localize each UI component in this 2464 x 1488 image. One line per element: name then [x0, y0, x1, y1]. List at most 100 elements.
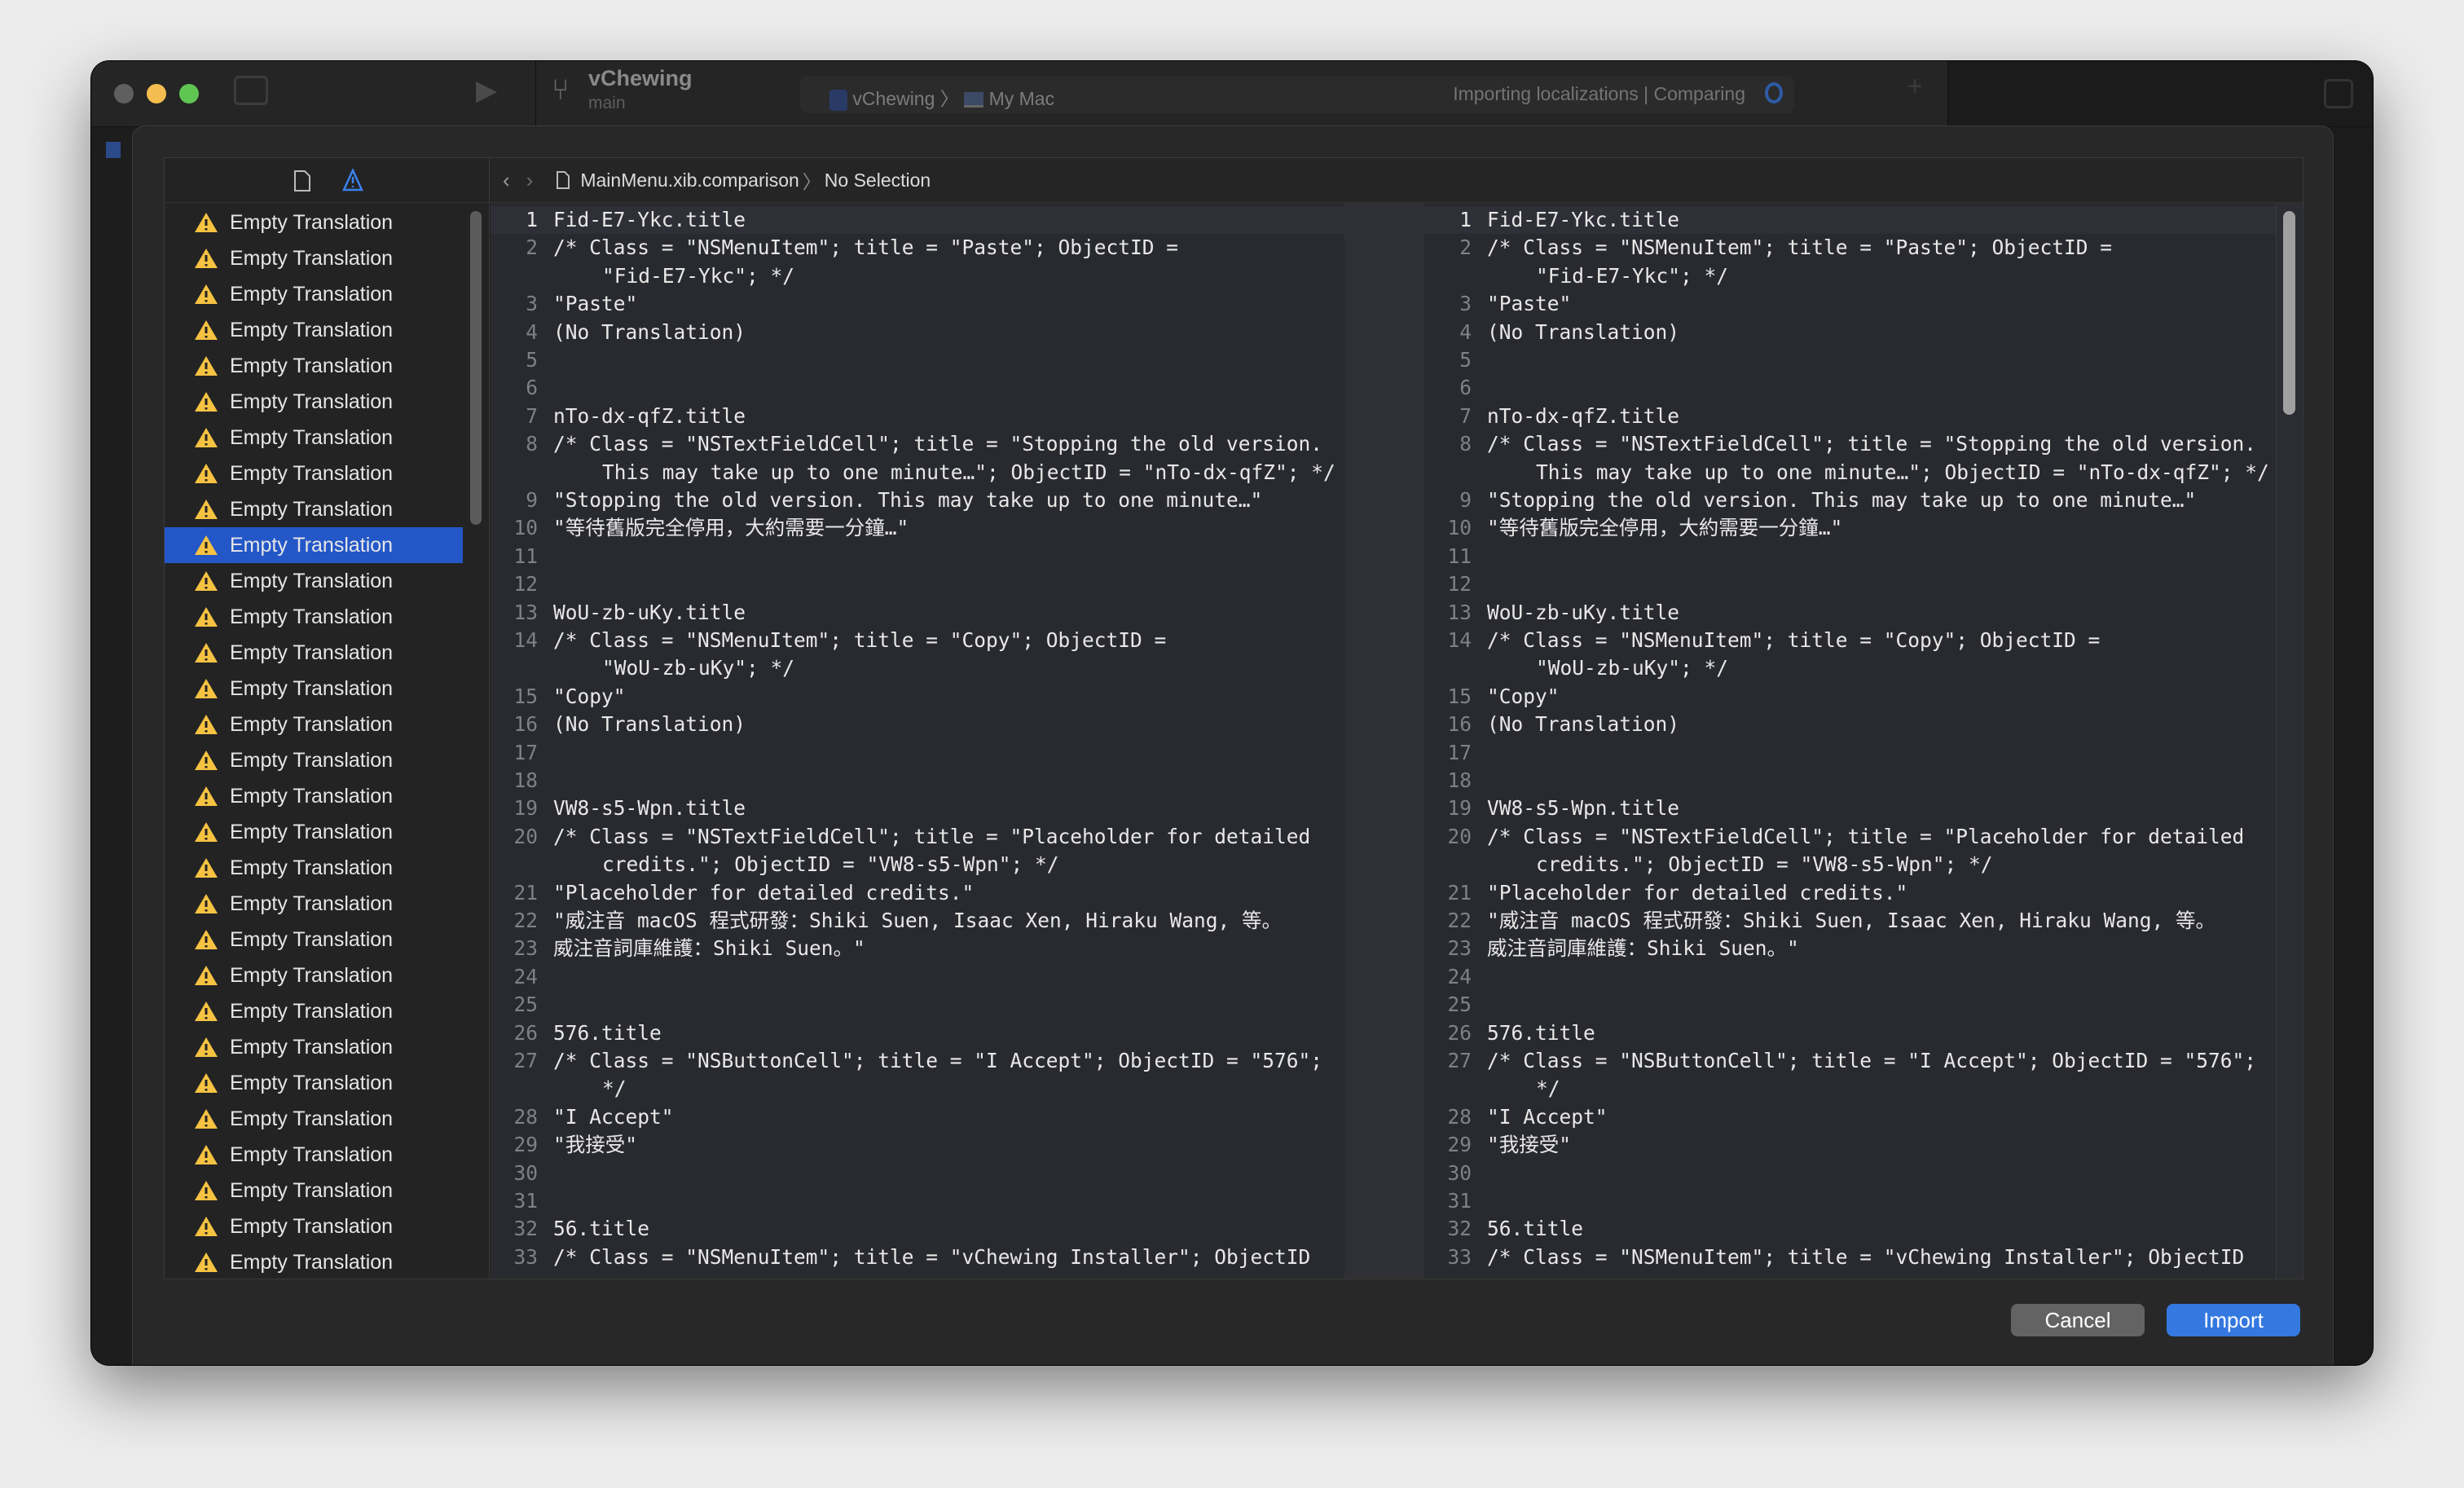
- issue-row[interactable]: Empty Translation: [165, 1244, 463, 1279]
- issue-row[interactable]: Empty Translation: [165, 491, 463, 527]
- code-line: This may take up to one minute…"; Object…: [1424, 459, 2277, 486]
- issue-row[interactable]: Empty Translation: [165, 886, 463, 922]
- breadcrumb-file[interactable]: MainMenu.xib.comparison: [580, 169, 799, 192]
- issue-row[interactable]: Empty Translation: [165, 1065, 463, 1101]
- minimize-window-button[interactable]: [147, 84, 166, 103]
- line-number: 28: [1447, 1104, 1472, 1129]
- code-line: 3 "Paste": [491, 290, 1344, 318]
- zoom-window-button[interactable]: [179, 84, 199, 103]
- warning-icon: [194, 319, 218, 341]
- issue-row[interactable]: Empty Translation: [165, 778, 463, 814]
- code-line: 24: [491, 963, 1344, 991]
- toolbar-right-area: [1947, 61, 2373, 126]
- breadcrumb-selection[interactable]: No Selection: [825, 169, 931, 192]
- line-number: 25: [1447, 993, 1472, 1017]
- warning-icon: [194, 892, 218, 915]
- issue-row[interactable]: Empty Translation: [165, 922, 463, 958]
- navigator-strip: [91, 127, 132, 1365]
- file-filter-icon[interactable]: [293, 169, 311, 192]
- warning-filter-icon[interactable]: [342, 169, 363, 192]
- code-line: 23 威注音詞庫維護：Shiki Suen。": [1424, 935, 2277, 962]
- code-line: 4 (No Translation): [491, 319, 1344, 346]
- issue-row[interactable]: Empty Translation: [165, 1029, 463, 1065]
- sidebar-toggle-icon[interactable]: [234, 76, 268, 105]
- issue-row[interactable]: Empty Translation: [165, 993, 463, 1029]
- issue-row[interactable]: Empty Translation: [165, 384, 463, 420]
- add-icon[interactable]: +: [1907, 71, 1923, 103]
- issue-label: Empty Translation: [230, 1214, 394, 1238]
- issue-row[interactable]: Empty Translation: [165, 348, 463, 384]
- import-button[interactable]: Import: [2167, 1304, 2300, 1336]
- issue-row[interactable]: Empty Translation: [165, 527, 463, 563]
- editor-scrollbar[interactable]: [2276, 203, 2303, 1279]
- issue-label: Empty Translation: [230, 1178, 394, 1202]
- line-number: 10: [1447, 516, 1472, 540]
- translated-pane[interactable]: 1 Fid-E7-Ykc.title 2 /* Class = "NSMenuItem…: [1424, 203, 2277, 1279]
- issue-row[interactable]: Empty Translation: [165, 814, 463, 850]
- issue-row[interactable]: Empty Translation: [165, 958, 463, 993]
- issue-row[interactable]: Empty Translation: [165, 276, 463, 312]
- issue-row[interactable]: Empty Translation: [165, 1173, 463, 1208]
- issue-label: Empty Translation: [230, 820, 394, 843]
- code-line: 8 /* Class = "NSTextFieldCell"; title = "…: [491, 430, 1344, 458]
- line-number: 31: [1447, 1189, 1472, 1213]
- code-line: 28 "I Accept": [491, 1103, 1344, 1131]
- line-text: "Paste": [1487, 292, 1572, 316]
- line-number: 24: [1447, 964, 1472, 988]
- issue-row[interactable]: Empty Translation: [165, 312, 463, 348]
- issue-row[interactable]: Empty Translation: [165, 1208, 463, 1244]
- line-number: 8: [526, 432, 538, 456]
- issue-list[interactable]: Empty Translation Empty Translation Empty …: [165, 203, 490, 1279]
- issue-row[interactable]: Empty Translation: [165, 850, 463, 886]
- line-text: /* Class = "NSTextFieldCell"; title = "S…: [553, 432, 1323, 456]
- issue-row[interactable]: Empty Translation: [165, 563, 463, 599]
- code-line: 12: [1424, 570, 2277, 598]
- issue-row[interactable]: Empty Translation: [165, 456, 463, 491]
- line-number: 7: [1459, 403, 1472, 428]
- folder-icon[interactable]: [106, 142, 121, 158]
- scheme-selector[interactable]: vChewing 〉 My Mac: [829, 83, 1054, 111]
- line-text: /* Class = "NSButtonCell"; title = "I Ac…: [1487, 1049, 2257, 1072]
- issue-row[interactable]: Empty Translation: [165, 240, 463, 276]
- line-number: 22: [1447, 909, 1472, 932]
- line-text: "Copy": [553, 684, 626, 708]
- sidebar-scrollbar[interactable]: [470, 211, 482, 525]
- issue-row[interactable]: Empty Translation: [165, 599, 463, 635]
- issue-row[interactable]: Empty Translation: [165, 1137, 463, 1173]
- original-pane[interactable]: 1 Fid-E7-Ykc.title 2 /* Class = "NSMenuItem…: [491, 203, 1344, 1279]
- code-line: 22 "威注音 macOS 程式研發：Shiki Suen, Isaac Xen,…: [1424, 907, 2277, 935]
- warning-icon: [194, 390, 218, 413]
- code-line: 11: [491, 543, 1344, 570]
- code-line: 4 (No Translation): [1424, 319, 2277, 346]
- issue-label: Empty Translation: [230, 390, 394, 413]
- inspector-toggle-icon[interactable]: [2324, 79, 2353, 108]
- issue-row[interactable]: Empty Translation: [165, 707, 463, 742]
- code-line: 9 "Stopping the old version. This may tak…: [1424, 486, 2277, 514]
- cancel-button[interactable]: Cancel: [2011, 1304, 2145, 1336]
- line-text: "等待舊版完全停用，大約需要一分鐘…": [553, 516, 909, 540]
- issue-row[interactable]: Empty Translation: [165, 742, 463, 778]
- code-line: "Fid-E7-Ykc"; */: [491, 262, 1344, 290]
- close-window-button[interactable]: [114, 84, 134, 103]
- code-line: 24: [1424, 963, 2277, 991]
- code-line: 15 "Copy": [491, 683, 1344, 711]
- forward-icon[interactable]: ›: [526, 168, 534, 193]
- back-icon[interactable]: ‹: [503, 168, 510, 193]
- toolbar-divider: [535, 61, 536, 126]
- run-icon[interactable]: ▶: [476, 74, 497, 107]
- issue-row[interactable]: Empty Translation: [165, 635, 463, 671]
- issue-row[interactable]: Empty Translation: [165, 205, 463, 240]
- warning-icon: [194, 928, 218, 951]
- issue-row[interactable]: Empty Translation: [165, 1101, 463, 1137]
- line-text: This may take up to one minute…"; Object…: [602, 460, 1335, 484]
- scrollbar-thumb[interactable]: [2283, 211, 2295, 415]
- issue-row[interactable]: Empty Translation: [165, 420, 463, 456]
- chevron-right-icon: 〉: [802, 171, 821, 192]
- line-number: 11: [513, 544, 538, 568]
- code-line: "WoU-zb-uKy"; */: [1424, 654, 2277, 682]
- code-line: 16 (No Translation): [491, 711, 1344, 738]
- code-line: 2 /* Class = "NSMenuItem"; title = "Paste…: [1424, 234, 2277, 262]
- project-name[interactable]: vChewing: [588, 66, 693, 91]
- issue-row[interactable]: Empty Translation: [165, 671, 463, 707]
- destination-name: My Mac: [988, 88, 1055, 109]
